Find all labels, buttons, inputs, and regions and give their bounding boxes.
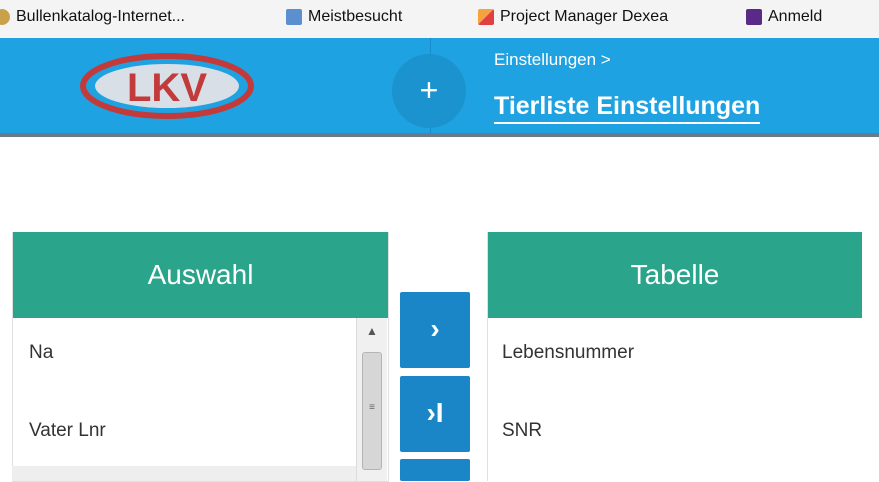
bookmark-bullenkatalog[interactable]: Bullenkatalog-Internet... bbox=[0, 0, 185, 38]
scroll-thumb[interactable]: ≡ bbox=[362, 352, 382, 470]
move-left-button[interactable] bbox=[400, 459, 470, 481]
list-item[interactable]: SNR bbox=[502, 420, 542, 442]
bookmarks-bar: Bullenkatalog-Internet... Meistbesucht P… bbox=[0, 0, 879, 39]
bookmark-meistbesucht[interactable]: Meistbesucht bbox=[286, 0, 402, 38]
app-header: LKV + Einstellungen > Tierliste Einstell… bbox=[0, 38, 879, 137]
selection-panel: Auswahl Na Vater Lnr bbox=[12, 232, 389, 482]
bookmark-project-manager[interactable]: Project Manager Dexea bbox=[478, 0, 668, 38]
table-panel-header: Tabelle bbox=[488, 232, 862, 318]
table-panel: Tabelle Lebensnummer SNR bbox=[487, 232, 862, 481]
selection-scrollbar[interactable]: ▲ ≡ bbox=[356, 318, 387, 481]
move-right-icon: › bbox=[430, 313, 440, 344]
breadcrumb[interactable]: Einstellungen > bbox=[494, 50, 611, 70]
bookmark-globe-icon bbox=[0, 8, 10, 25]
bookmark-anmelden[interactable]: Anmeld bbox=[746, 0, 822, 38]
folder-icon bbox=[286, 8, 302, 25]
list-item[interactable] bbox=[12, 466, 356, 481]
dexea-icon bbox=[478, 8, 494, 25]
lkv-logo-graphic: LKV bbox=[80, 53, 254, 119]
add-button[interactable]: + bbox=[392, 54, 466, 128]
grip-icon: ≡ bbox=[369, 402, 375, 413]
logo-text: LKV bbox=[127, 66, 207, 110]
scroll-up-icon[interactable]: ▲ bbox=[357, 324, 387, 342]
list-item[interactable]: Na bbox=[29, 342, 53, 364]
move-all-right-button[interactable]: ›I bbox=[400, 376, 470, 452]
move-all-right-icon: ›I bbox=[426, 397, 444, 428]
selection-panel-header: Auswahl bbox=[13, 232, 388, 318]
lkv-logo[interactable]: LKV bbox=[78, 51, 256, 121]
page-title: Tierliste Einstellungen bbox=[494, 92, 761, 124]
bookmark-purple-icon bbox=[746, 8, 762, 25]
list-item[interactable]: Lebensnummer bbox=[502, 342, 634, 364]
move-right-button[interactable]: › bbox=[400, 292, 470, 368]
list-item[interactable]: Vater Lnr bbox=[29, 420, 106, 442]
